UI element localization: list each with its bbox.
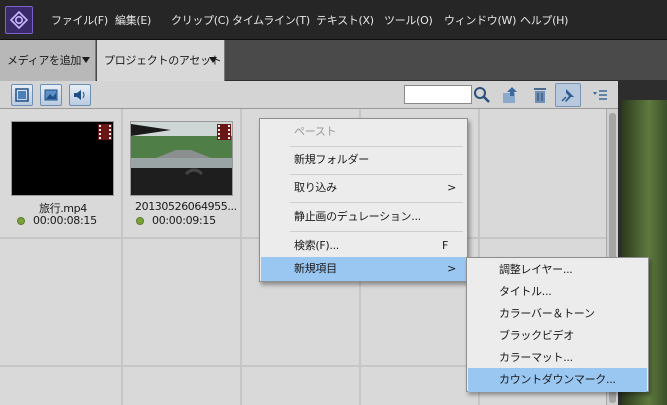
menu-item-label: カラーバー＆トーン bbox=[499, 307, 595, 320]
clip-name: 20130526064955... bbox=[135, 200, 237, 213]
menu-window[interactable]: ウィンドウ(W) bbox=[444, 12, 516, 28]
premiere-elements-icon[interactable] bbox=[5, 6, 33, 34]
menu-item-label: 調整レイヤー... bbox=[499, 263, 573, 276]
clip-thumbnail[interactable] bbox=[11, 121, 114, 196]
menu-timeline[interactable]: タイムライン(T) bbox=[232, 12, 310, 28]
audio-filter-icon[interactable] bbox=[69, 84, 91, 106]
menu-item-title[interactable]: タイトル... bbox=[468, 280, 647, 304]
menu-item-label: ペースト bbox=[294, 125, 337, 138]
search-icon[interactable] bbox=[472, 85, 492, 105]
menu-item-countdown-leader[interactable]: カウントダウンマーク... bbox=[468, 368, 647, 392]
view-options-icon[interactable] bbox=[590, 85, 610, 105]
submenu-new-item: 調整レイヤー... タイトル... カラーバー＆トーン ブラックビデオ カラーマ… bbox=[466, 257, 649, 392]
menu-help[interactable]: ヘルプ(H) bbox=[520, 12, 568, 28]
chevron-right-icon: > bbox=[447, 262, 456, 275]
clip-duration: 00:00:09:15 bbox=[152, 214, 216, 227]
menu-item-black-video[interactable]: ブラックビデオ bbox=[468, 324, 647, 348]
move-up-icon[interactable] bbox=[500, 85, 520, 105]
grid-divider bbox=[121, 109, 123, 405]
menu-bar: ファイル(F) 編集(E) クリップ(C) タイムライン(T) テキスト(X) … bbox=[0, 0, 667, 40]
pin-icon[interactable] bbox=[555, 83, 581, 107]
status-dot bbox=[136, 217, 144, 225]
film-icon bbox=[217, 124, 231, 140]
menu-tools[interactable]: ツール(O) bbox=[384, 12, 433, 28]
tab-project-assets[interactable]: プロジェクトのアセット bbox=[97, 40, 225, 81]
status-dot bbox=[17, 217, 25, 225]
menu-edit[interactable]: 編集(E) bbox=[115, 12, 151, 28]
search-input[interactable] bbox=[404, 85, 472, 104]
chevron-right-icon: > bbox=[447, 181, 456, 194]
tab-bar: メディアを追加 プロジェクトのアセット bbox=[0, 40, 667, 81]
menu-item-label: 取り込み bbox=[294, 181, 337, 194]
film-icon bbox=[98, 124, 112, 140]
menu-item-label: 静止画のデュレーション... bbox=[294, 210, 421, 223]
clip-thumbnail[interactable] bbox=[130, 121, 233, 196]
tab-project-assets-label: プロジェクトのアセット bbox=[104, 54, 222, 67]
menu-item-bars-and-tone[interactable]: カラーバー＆トーン bbox=[468, 302, 647, 326]
menu-item-label: カラーマット... bbox=[499, 351, 573, 364]
menu-separator bbox=[290, 146, 463, 147]
menu-item-color-matte[interactable]: カラーマット... bbox=[468, 346, 647, 370]
video-filter-icon[interactable] bbox=[11, 84, 33, 106]
grid-divider bbox=[240, 109, 242, 405]
menu-item-still-duration[interactable]: 静止画のデュレーション... bbox=[261, 205, 466, 229]
clip-duration: 00:00:08:15 bbox=[33, 214, 97, 227]
tab-add-media[interactable]: メディアを追加 bbox=[0, 40, 96, 81]
menu-item-import[interactable]: 取り込み > bbox=[261, 176, 466, 200]
menu-item-label: 新規フォルダー bbox=[294, 153, 369, 166]
menu-separator bbox=[290, 174, 463, 175]
chevron-down-icon bbox=[82, 57, 90, 63]
menu-item-shortcut: F bbox=[441, 239, 448, 252]
context-menu: ペースト 新規フォルダー 取り込み > 静止画のデュレーション... 検索(F)… bbox=[259, 118, 468, 282]
image-filter-icon[interactable] bbox=[40, 84, 62, 106]
menu-item-new-item[interactable]: 新規項目 > bbox=[261, 257, 466, 281]
menu-item-adjustment-layer[interactable]: 調整レイヤー... bbox=[468, 258, 647, 282]
menu-item-label: 検索(F)... bbox=[294, 239, 339, 252]
trash-icon[interactable] bbox=[530, 85, 550, 105]
menu-item-label: ブラックビデオ bbox=[499, 329, 574, 342]
menu-text[interactable]: テキスト(X) bbox=[316, 12, 374, 28]
menu-item-label: タイトル... bbox=[499, 285, 552, 298]
menu-item-paste[interactable]: ペースト bbox=[261, 120, 466, 144]
assets-toolbar bbox=[0, 81, 618, 109]
menu-item-label: カウントダウンマーク... bbox=[499, 373, 616, 386]
menu-clip[interactable]: クリップ(C) bbox=[171, 12, 229, 28]
menu-item-new-folder[interactable]: 新規フォルダー bbox=[261, 148, 466, 172]
menu-item-find[interactable]: 検索(F)... F bbox=[261, 234, 466, 258]
tab-add-media-label: メディアを追加 bbox=[7, 54, 82, 67]
menu-separator bbox=[290, 231, 463, 232]
menu-separator bbox=[290, 202, 463, 203]
chevron-down-icon bbox=[209, 57, 217, 63]
menu-file[interactable]: ファイル(F) bbox=[51, 12, 108, 28]
menu-item-label: 新規項目 bbox=[294, 262, 337, 275]
